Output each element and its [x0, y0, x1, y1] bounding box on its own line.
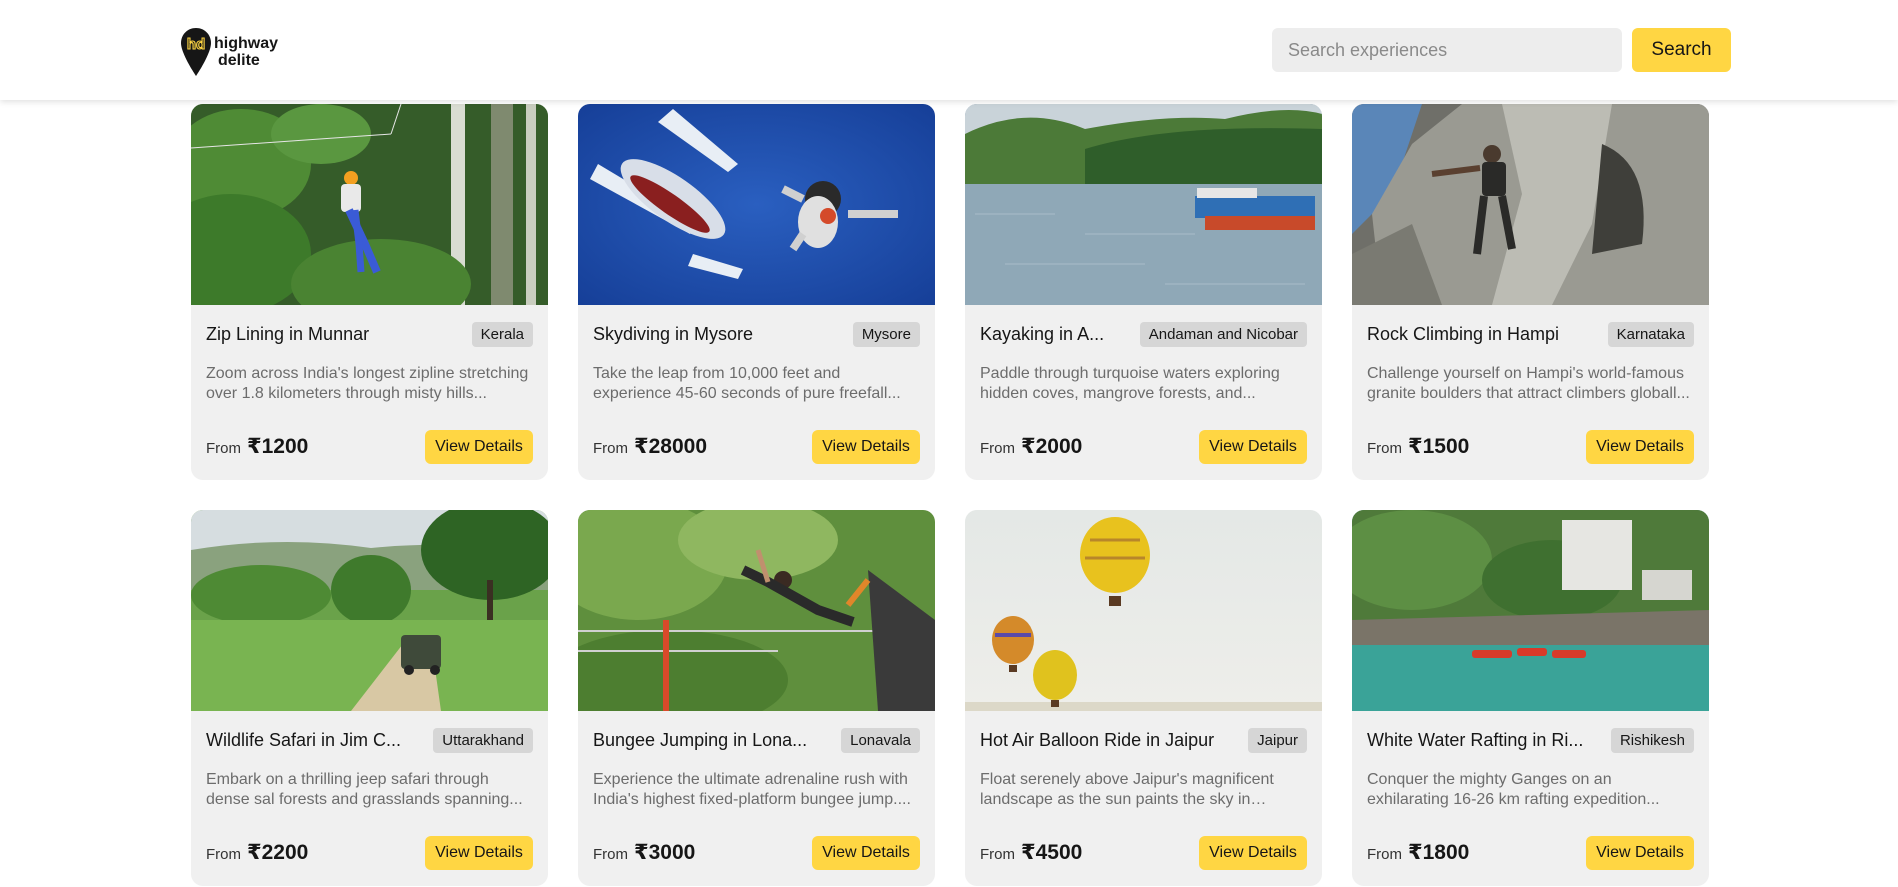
location-badge: Karnataka — [1607, 321, 1694, 347]
experience-grid: Zip Lining in Munnar Kerala Zoom across … — [191, 104, 1709, 886]
experience-image — [191, 104, 548, 305]
location-badge: Uttarakhand — [433, 727, 533, 753]
location-badge: Kerala — [471, 321, 533, 347]
card-price: From ₹1800 — [1367, 840, 1469, 865]
card-price: From ₹1200 — [206, 434, 308, 459]
experience-image — [578, 104, 935, 305]
card-description: Float serenely above Jaipur's magnificen… — [980, 771, 1274, 808]
experience-card: White Water Rafting in Ri... Rishikesh C… — [1352, 510, 1709, 886]
brand-line-1: highway — [214, 35, 279, 52]
view-details-button[interactable]: View Details — [1199, 430, 1307, 464]
experience-image — [1352, 510, 1709, 711]
experience-image — [578, 510, 935, 711]
card-price: From ₹2200 — [206, 840, 308, 865]
card-title: Rock Climbing in Hampi — [1367, 323, 1560, 344]
card-title: White Water Rafting in Ri... — [1367, 729, 1584, 750]
card-title: Wildlife Safari in Jim C... — [206, 729, 402, 750]
view-details-button[interactable]: View Details — [1199, 836, 1307, 870]
card-description: Paddle through turquoise waters explorin… — [980, 365, 1280, 402]
view-details-button[interactable]: View Details — [425, 430, 533, 464]
card-description: Embark on a thrilling jeep safari throug… — [206, 771, 523, 808]
price-prefix: From — [593, 440, 628, 457]
price-prefix: From — [206, 440, 241, 457]
svg-text:hd: hd — [187, 36, 205, 53]
card-price: From ₹1500 — [1367, 434, 1469, 459]
price-value: ₹2000 — [1021, 435, 1083, 458]
price-value: ₹2200 — [247, 841, 309, 864]
price-prefix: From — [980, 846, 1015, 863]
search-input[interactable] — [1272, 28, 1622, 72]
card-title: Skydiving in Mysore — [593, 323, 754, 344]
experience-card: Kayaking in A... Andaman and Nicobar Pad… — [965, 104, 1322, 480]
experience-card: Bungee Jumping in Lona... Lonavala Exper… — [578, 510, 935, 886]
view-details-button[interactable]: View Details — [812, 430, 920, 464]
location-badge: Mysore — [852, 321, 920, 347]
price-value: ₹28000 — [634, 435, 708, 458]
top-header: hd highway delite Search — [0, 0, 1898, 100]
location-badge: Lonavala — [841, 727, 920, 753]
card-price: From ₹3000 — [593, 840, 695, 865]
brand-line-2: delite — [218, 52, 260, 69]
card-title: Hot Air Balloon Ride in Jaipur — [980, 729, 1215, 750]
view-details-button[interactable]: View Details — [1586, 430, 1694, 464]
card-title: Zip Lining in Munnar — [206, 323, 370, 344]
experience-image — [965, 510, 1322, 711]
card-description: Challenge yourself on Hampi's world-famo… — [1367, 365, 1690, 402]
view-details-button[interactable]: View Details — [425, 836, 533, 870]
experience-image — [191, 510, 548, 711]
price-value: ₹3000 — [634, 841, 696, 864]
price-value: ₹4500 — [1021, 841, 1083, 864]
price-value: ₹1200 — [247, 435, 309, 458]
card-price: From ₹2000 — [980, 434, 1082, 459]
experience-card: Skydiving in Mysore Mysore Take the leap… — [578, 104, 935, 480]
experience-card: Rock Climbing in Hampi Karnataka Challen… — [1352, 104, 1709, 480]
location-pin-logo-icon: hd — [181, 28, 211, 76]
location-badge: Andaman and Nicobar — [1139, 321, 1307, 347]
price-prefix: From — [1367, 846, 1402, 863]
price-prefix: From — [980, 440, 1015, 457]
location-badge: Jaipur — [1248, 727, 1307, 753]
price-prefix: From — [206, 846, 241, 863]
card-title: Bungee Jumping in Lona... — [593, 729, 808, 750]
price-prefix: From — [1367, 440, 1402, 457]
card-description: Experience the ultimate adrenaline rush … — [593, 771, 911, 808]
card-price: From ₹4500 — [980, 840, 1082, 865]
brand-wordmark: highway delite — [214, 35, 278, 69]
card-title: Kayaking in A... — [980, 323, 1105, 344]
experience-image — [965, 104, 1322, 305]
card-description: Zoom across India's longest zipline stre… — [206, 365, 529, 402]
experience-card: Wildlife Safari in Jim C... Uttarakhand … — [191, 510, 548, 886]
search-button[interactable]: Search — [1632, 28, 1731, 72]
card-description: Take the leap from 10,000 feet and exper… — [593, 365, 901, 402]
location-badge: Rishikesh — [1610, 727, 1694, 753]
experience-card: Zip Lining in Munnar Kerala Zoom across … — [191, 104, 548, 480]
card-description: Conquer the mighty Ganges on an exhilara… — [1367, 771, 1660, 808]
price-prefix: From — [593, 846, 628, 863]
view-details-button[interactable]: View Details — [1586, 836, 1694, 870]
card-price: From ₹28000 — [593, 434, 707, 459]
brand-logo[interactable]: hd highway delite — [180, 27, 278, 77]
price-value: ₹1500 — [1408, 435, 1470, 458]
experience-image — [1352, 104, 1709, 305]
experience-card: Hot Air Balloon Ride in Jaipur Jaipur Fl… — [965, 510, 1322, 886]
price-value: ₹1800 — [1408, 841, 1470, 864]
view-details-button[interactable]: View Details — [812, 836, 920, 870]
